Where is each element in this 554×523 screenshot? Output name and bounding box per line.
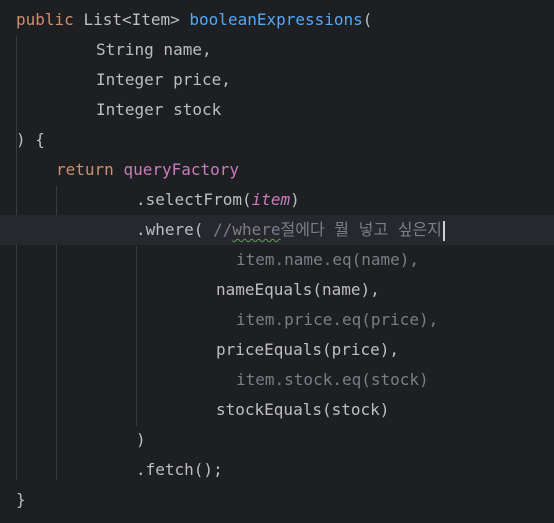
commented-price-eq: item.price.eq(price), [236, 310, 439, 329]
commented-name-eq: item.name.eq(name), [236, 250, 420, 269]
code-line[interactable]: } [16, 485, 26, 515]
fetch-call: .fetch(); [136, 460, 223, 479]
code-line[interactable]: public List<Item> booleanExpressions( [16, 5, 372, 35]
select-from-call: .selectFrom( [136, 190, 252, 209]
code-line[interactable]: .where( //where절에다 뭘 넣고 싶은지 [136, 215, 445, 245]
code-line[interactable]: priceEquals(price), [216, 335, 399, 365]
open-paren: ( [362, 10, 373, 29]
param-price: Integer price, [96, 70, 231, 89]
name-equals-call: nameEquals(name), [216, 280, 380, 299]
comment-typo-word: where [232, 220, 281, 239]
comment-prefix: // [213, 220, 233, 239]
where-call: .where( [136, 220, 214, 239]
code-line[interactable]: ) { [16, 125, 45, 155]
code-editor[interactable]: public List<Item> booleanExpressions( St… [0, 0, 554, 523]
method-body-open: ) { [16, 130, 45, 149]
code-line[interactable]: item.name.eq(name), [236, 245, 419, 275]
code-line[interactable]: .fetch(); [136, 455, 223, 485]
static-item-ref: item [251, 190, 291, 209]
code-line[interactable]: stockEquals(stock) [216, 395, 389, 425]
method-body-close: } [16, 490, 26, 509]
comment-text: 절에다 뭘 넣고 싶은지 [280, 220, 442, 239]
code-line[interactable]: String name, [96, 35, 212, 65]
keyword-return: return [56, 160, 114, 179]
indent-guide [16, 36, 17, 480]
code-line[interactable]: ) [136, 425, 146, 455]
close-paren: ) [290, 190, 300, 209]
param-name: String name, [96, 40, 212, 59]
code-line[interactable]: item.stock.eq(stock) [236, 365, 429, 395]
param-stock: Integer stock [96, 100, 222, 119]
code-line[interactable]: item.price.eq(price), [236, 305, 438, 335]
code-line[interactable]: return queryFactory [56, 155, 239, 185]
indent-guide [136, 246, 137, 426]
price-equals-call: priceEquals(price), [216, 340, 400, 359]
code-line[interactable]: nameEquals(name), [216, 275, 380, 305]
code-line[interactable]: .selectFrom(item) [136, 185, 300, 215]
method-name: booleanExpressions [189, 10, 363, 29]
code-line[interactable]: Integer stock [96, 95, 221, 125]
field-query-factory: queryFactory [123, 160, 240, 179]
code-line[interactable]: Integer price, [96, 65, 231, 95]
commented-stock-eq: item.stock.eq(stock) [236, 370, 429, 389]
text-caret [442, 220, 445, 241]
stock-equals-call: stockEquals(stock) [216, 400, 390, 419]
where-close-paren: ) [136, 430, 146, 449]
return-type: List<Item> [83, 10, 180, 29]
keyword-public: public [16, 10, 74, 29]
